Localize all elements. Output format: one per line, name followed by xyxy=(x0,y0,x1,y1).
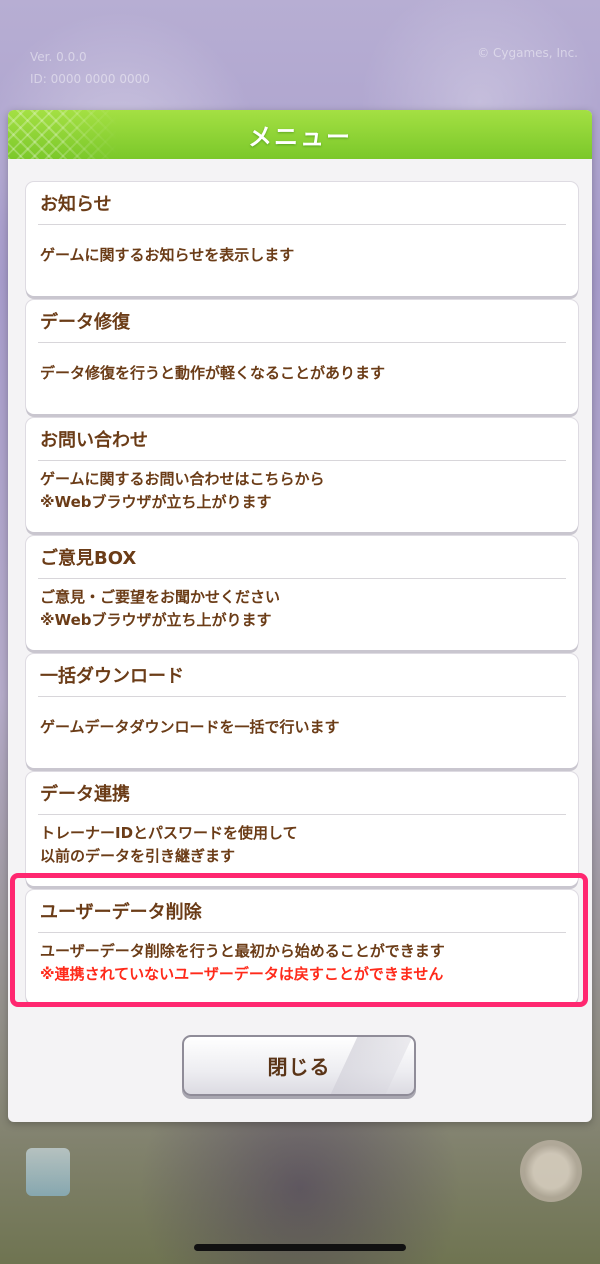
menu-item-bulk-download[interactable]: 一括ダウンロード ゲームデータダウンロードを一括で行います xyxy=(26,654,578,768)
menu-item-data-repair[interactable]: データ修復 データ修復を行うと動作が軽くなることがあります xyxy=(26,300,578,414)
menu-item-title: お問い合わせ xyxy=(40,430,148,451)
copyright-text: © Cygames, Inc. xyxy=(477,46,578,60)
description-line: データ修復を行うと動作が軽くなることがあります xyxy=(40,364,386,382)
version-info: Ver. 0.0.0 ID: 0000 0000 0000 xyxy=(30,46,150,90)
description-line: ゲームデータダウンロードを一括で行います xyxy=(40,718,340,736)
description-line: ※Webブラウザが立ち上がります xyxy=(40,493,272,511)
app-logo-icon xyxy=(26,1148,70,1196)
description-line: ゲームに関するお知らせを表示します xyxy=(40,246,295,264)
description-line: ※Webブラウザが立ち上がります xyxy=(40,611,272,629)
menu-item-description: ユーザーデータ削除を行うと最初から始めることができます ※連携されていないユーザ… xyxy=(40,940,445,986)
dialog-header: メニュー xyxy=(8,110,592,159)
divider xyxy=(38,224,566,225)
user-id-text: ID: 0000 0000 0000 xyxy=(30,72,150,86)
menu-item-title: お知らせ xyxy=(40,194,112,215)
menu-item-title: データ連携 xyxy=(40,784,130,805)
menu-item-description: ゲームに関するお知らせを表示します xyxy=(40,244,294,267)
header-pattern xyxy=(8,110,118,159)
menu-dialog: メニュー お知らせ ゲームに関するお知らせを表示します データ修復 データ修復を… xyxy=(8,110,592,1122)
menu-item-delete-user-data[interactable]: ユーザーデータ削除 ユーザーデータ削除を行うと最初から始めることができます ※連… xyxy=(26,890,578,1004)
menu-item-title: データ修復 xyxy=(40,312,130,333)
description-line: ご意見・ご要望をお聞かせください xyxy=(40,588,281,606)
divider xyxy=(38,932,566,933)
menu-item-description: ゲームデータダウンロードを一括で行います xyxy=(40,716,340,739)
description-line: 以前のデータを引き継ぎます xyxy=(40,847,236,865)
close-button-label: 閉じる xyxy=(267,1055,331,1079)
menu-item-description: トレーナーIDとパスワードを使用して 以前のデータを引き継ぎます xyxy=(40,822,298,868)
divider xyxy=(38,578,566,579)
divider xyxy=(38,460,566,461)
version-text: Ver. 0.0.0 xyxy=(30,50,87,64)
warning-text: ※連携されていないユーザーデータは戻すことができません xyxy=(40,965,444,983)
close-button[interactable]: 閉じる xyxy=(182,1035,416,1096)
description-line: ユーザーデータ削除を行うと最初から始めることができます xyxy=(40,942,445,960)
menu-item-title: 一括ダウンロード xyxy=(40,666,184,687)
menu-item-contact[interactable]: お問い合わせ ゲームに関するお問い合わせはこちらから ※Webブラウザが立ち上が… xyxy=(26,418,578,532)
home-indicator[interactable] xyxy=(194,1244,406,1251)
menu-item-data-link[interactable]: データ連携 トレーナーIDとパスワードを使用して 以前のデータを引き継ぎます xyxy=(26,772,578,886)
description-line: ゲームに関するお問い合わせはこちらから xyxy=(40,470,325,488)
menu-item-title: ご意見BOX xyxy=(40,548,137,569)
menu-item-feedback-box[interactable]: ご意見BOX ご意見・ご要望をお聞かせください ※Webブラウザが立ち上がります xyxy=(26,536,578,650)
menu-item-description: データ修復を行うと動作が軽くなることがあります xyxy=(40,362,385,385)
dialog-title: メニュー xyxy=(248,123,352,151)
menu-item-notice[interactable]: お知らせ ゲームに関するお知らせを表示します xyxy=(26,182,578,296)
menu-item-description: ご意見・ご要望をお聞かせください ※Webブラウザが立ち上がります xyxy=(40,586,280,632)
divider xyxy=(38,342,566,343)
menu-item-title: ユーザーデータ削除 xyxy=(40,902,202,923)
description-line: トレーナーIDとパスワードを使用して xyxy=(40,824,298,842)
divider xyxy=(38,696,566,697)
menu-item-description: ゲームに関するお問い合わせはこちらから ※Webブラウザが立ち上がります xyxy=(40,468,325,514)
menu-round-icon xyxy=(520,1140,582,1202)
divider xyxy=(38,814,566,815)
